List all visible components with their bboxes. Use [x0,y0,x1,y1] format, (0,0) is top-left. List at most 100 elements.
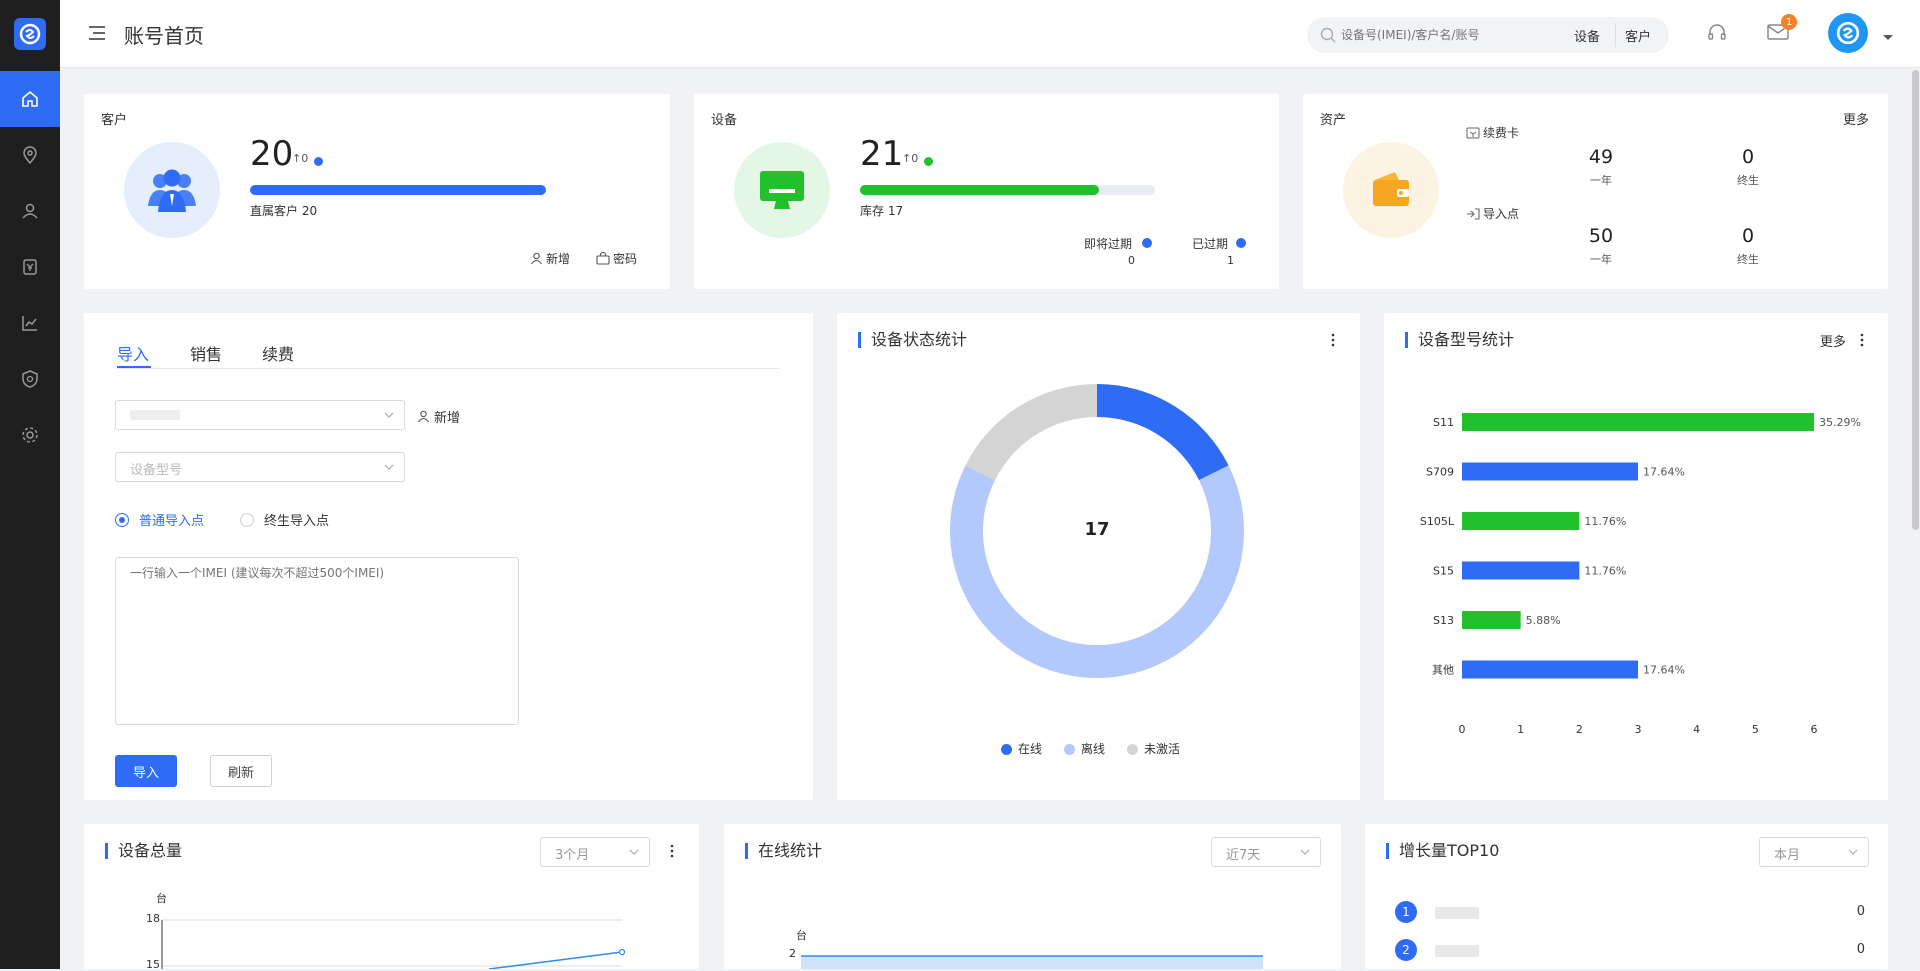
shield-icon [22,370,38,388]
more-vertical-icon[interactable] [1860,332,1864,351]
bar[interactable] [1462,561,1580,580]
more-vertical-icon[interactable] [1331,332,1335,351]
tab-sales[interactable]: 销售 [190,341,222,365]
add-customer-button[interactable]: 新增 [530,250,570,267]
slice-inactive[interactable] [965,384,1097,481]
bar-value-label: 11.76% [1584,565,1626,578]
import-icon [1467,207,1480,220]
category-label: S13 [1433,614,1454,627]
device-model-select[interactable]: 设备型号 [115,452,405,482]
radio-lifetime-import[interactable]: 终生导入点 [240,510,329,529]
category-label: S15 [1433,565,1454,578]
info-icon[interactable] [1142,238,1152,248]
legend-offline[interactable]: 离线 [1064,740,1105,757]
avatar[interactable] [1828,13,1868,53]
slice-online[interactable] [1097,384,1229,481]
growth-value: 0 [1856,904,1865,919]
sidebar [0,0,60,969]
bar[interactable] [1462,462,1638,481]
renew-lifetime-value: 0 [1741,146,1755,168]
card-title: 设备 [711,113,738,128]
radio-normal-import[interactable]: 普通导入点 [115,510,204,529]
password-button[interactable]: 密码 [596,250,637,267]
app-logo-icon[interactable] [14,18,46,50]
list-item[interactable]: 2 0 [1395,939,1865,961]
tab-renew[interactable]: 续费 [262,341,294,365]
sidebar-item-settings[interactable] [0,407,60,463]
customer-delta: ↑0 [292,152,309,165]
device-model-placeholder: 设备型号 [130,463,183,478]
import-point-label: 导入点 [1483,207,1520,221]
add-label: 新增 [546,252,571,266]
x-tick-label: 1 [1517,723,1524,736]
sidebar-item-finance[interactable] [0,239,60,295]
chevron-down-icon[interactable] [1882,27,1894,46]
sidebar-item-location[interactable] [0,127,60,183]
info-icon[interactable] [1236,238,1246,248]
status-legend: 在线 离线 未激活 [1001,740,1180,757]
chevron-down-icon [1848,849,1858,855]
radio-lifetime-label: 终生导入点 [264,514,330,529]
password-label: 密码 [613,252,638,266]
rank-badge: 2 [1395,939,1417,961]
sidebar-item-reports[interactable] [0,295,60,351]
sidebar-item-security[interactable] [0,351,60,407]
search-bar: 设备 客户 [1307,17,1669,53]
asset-more-link[interactable]: 更多 [1843,109,1869,128]
scrollbar-thumb[interactable] [1912,70,1919,530]
bar[interactable] [1462,660,1638,679]
slice-offline[interactable] [950,465,1244,678]
info-icon[interactable] [314,157,323,166]
expiring-value: 0 [1128,254,1135,267]
wallet-icon [1343,142,1439,238]
headset-icon[interactable] [1706,22,1728,48]
category-label: S709 [1426,466,1454,479]
divider [1615,23,1616,47]
add-label: 新增 [434,411,461,426]
asset-card: 资产 更多 续费卡 49 一年 0 终生 导入点 50 一年 0 终生 [1303,94,1888,289]
tab-import[interactable]: 导入 [117,341,149,365]
bar[interactable] [1462,512,1580,530]
bar[interactable] [1462,413,1814,431]
info-icon[interactable] [924,157,933,166]
status-chart-card: 设备状态统计 17 在线 离线 未激活 [837,313,1360,800]
menu-toggle-icon[interactable] [88,25,106,45]
range-select[interactable]: 本月 [1759,837,1869,867]
lifetime-label: 终生 [1737,174,1759,187]
sidebar-item-customers[interactable] [0,183,60,239]
bar[interactable] [1462,611,1521,629]
import-button[interactable]: 导入 [115,755,177,787]
imei-textarea[interactable] [115,557,519,725]
bar-value-label: 17.64% [1643,466,1685,479]
model-more-link[interactable]: 更多 [1820,331,1846,350]
category-label: S11 [1433,416,1454,429]
section-title: 增长量TOP10 [1386,843,1499,859]
refresh-button[interactable]: 刷新 [210,755,272,787]
x-tick-label: 2 [1576,723,1583,736]
import-one-year-value: 50 [1588,225,1614,247]
search-icon [1320,27,1336,43]
category-label: 其他 [1432,664,1454,677]
monitor-icon [734,142,830,238]
bar-value-label: 17.64% [1643,664,1685,677]
search-input[interactable] [1341,25,1551,45]
online-area-chart [801,955,1263,969]
device-progress-fill [860,185,1099,195]
legend-online[interactable]: 在线 [1001,740,1042,757]
customer-select[interactable] [115,400,405,430]
import-panel: 导入 销售 续费 新增 设备型号 普通导入点 终生导入点 导入 刷新 [84,313,813,800]
customer-card: 客户 20 ↑0 直属客户 20 新增 密码 [84,94,670,289]
legend-inactive[interactable]: 未激活 [1127,740,1180,757]
search-scope-customer[interactable]: 客户 [1625,26,1651,45]
sidebar-item-home[interactable] [0,71,60,127]
add-customer-link[interactable]: 新增 [417,407,460,426]
radio-unchecked [240,512,254,527]
model-bar-chart: S11 35.29% S709 17.64% S105L 11.76% S15 11.76% S… [1420,413,1861,736]
section-title: 设备状态统计 [858,332,967,348]
renew-one-year-value: 49 [1588,146,1614,168]
section-title: 设备型号统计 [1405,332,1514,348]
line-chart-icon [22,316,37,331]
yen-wallet-icon [23,259,37,275]
list-item[interactable]: 1 0 [1395,901,1865,923]
search-scope-device[interactable]: 设备 [1574,26,1600,45]
